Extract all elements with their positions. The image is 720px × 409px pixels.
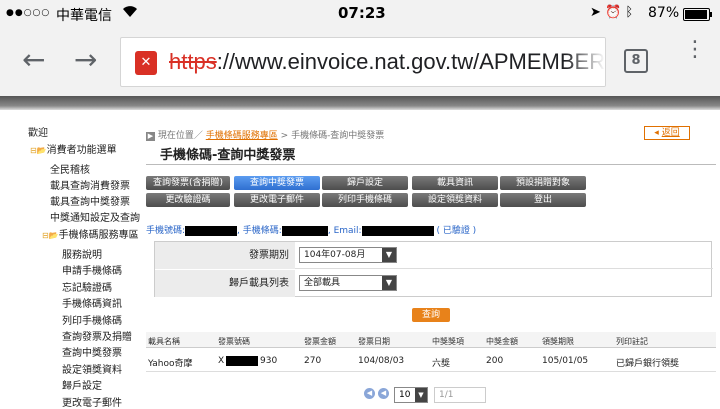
table-cell: 930 (260, 356, 278, 366)
address-bar[interactable]: ✕ https://www.einvoice.nat.gov.tw/APMEMB… (120, 37, 606, 87)
carrier-name: 中華電信 (56, 8, 112, 24)
sidebar-subitem[interactable]: 列印手機條碼 (62, 312, 122, 327)
function-button[interactable]: 設定領獎資料 (412, 193, 498, 207)
clock-time: 07:23 (338, 4, 386, 22)
function-button[interactable]: 登出 (500, 193, 586, 207)
sidebar-subitem[interactable]: 忘記驗證碼 (62, 279, 112, 294)
sidebar-item[interactable]: 載具查詢中獎發票 (50, 193, 130, 208)
sidebar-subitem[interactable]: 查詢中獎發票 (62, 344, 122, 359)
site-header-strip (0, 96, 720, 110)
alarm-icon: ⏰ (605, 5, 622, 20)
redacted-invoice-number (226, 356, 258, 366)
table-cell: 270 (304, 356, 322, 366)
sidebar-barcode-root[interactable]: ⊟📂手機條碼服務專區 (42, 226, 139, 241)
first-page-icon[interactable]: ◀ (378, 388, 389, 399)
redacted-email (361, 225, 434, 236)
dropdown-arrow-icon: ▼ (382, 276, 396, 290)
battery-tip (710, 12, 712, 17)
function-button[interactable]: 更改電子郵件 (234, 193, 320, 207)
folder-open-icon: ⊟📂 (30, 146, 47, 155)
breadcrumb-prefix: 現在位置／ (157, 131, 203, 141)
table-cell: 105/01/05 (542, 356, 589, 366)
carrier-select[interactable]: 全部載具 ▼ (299, 275, 397, 291)
location-arrow-icon: ➤ (590, 5, 601, 20)
column-header: 發票號碼 (218, 337, 250, 346)
redacted-barcode (281, 225, 328, 236)
column-header: 中獎獎項 (432, 337, 464, 346)
status-bar: ●●○○○ 中華電信 07:23 ➤ ⏰ ᛒ 87% (0, 0, 720, 28)
title-divider (146, 164, 716, 165)
battery-icon (683, 8, 710, 21)
sidebar-subitem[interactable]: 服務說明 (62, 246, 102, 261)
table-cell: X (218, 356, 225, 366)
sidebar-subitem[interactable]: 申請手機條碼 (62, 262, 122, 277)
breadcrumb: ▶ 現在位置／ 手機條碼服務專區 > 手機條碼-查詢中獎發票 (146, 128, 384, 141)
column-header: 中獎金額 (486, 337, 518, 346)
sidebar-subitem[interactable]: 更改電子郵件 (62, 394, 122, 409)
function-button[interactable]: 查詢發票(含捐贈) (146, 176, 230, 190)
function-button[interactable]: 歸戶設定 (322, 176, 408, 190)
sidebar-item[interactable]: 載具查詢消費發票 (50, 177, 130, 192)
sidebar-item[interactable]: 中獎通知設定及查詢 (50, 209, 140, 224)
breadcrumb-separator: > (280, 131, 292, 141)
sidebar-subitem[interactable]: 歸戶設定 (62, 377, 102, 392)
insecure-lock-icon[interactable]: ✕ (135, 51, 157, 75)
page-size-select[interactable]: 10 ▼ (394, 387, 428, 403)
folder-open-icon: ⊟📂 (42, 231, 59, 240)
verified-status: ( 已驗證 ) (436, 226, 477, 236)
table-cell: 已歸戶銀行領獎 (616, 359, 680, 369)
back-chevron-icon: ◂ (654, 128, 662, 138)
column-header: 發票金額 (304, 337, 336, 346)
sidebar-subitem[interactable]: 設定領獎資料 (62, 361, 122, 376)
table-cell: Yahoo奇摩 (148, 359, 193, 369)
period-select[interactable]: 104年07-08月 ▼ (299, 247, 397, 263)
table-cell: 200 (486, 356, 504, 366)
sidebar-menu-root[interactable]: ⊟📂消費者功能選單 (30, 141, 117, 156)
table-row: Yahoo奇摩 X 930 270 104/08/03 六獎 200 105/01/05 已歸戶… (146, 350, 716, 372)
sidebar-subitem[interactable]: 查詢發票及捐贈 (62, 328, 132, 343)
carrier-label: 歸戶載具列表 (155, 270, 295, 297)
column-header: 列印註記 (616, 337, 648, 346)
column-header: 領獎期限 (542, 337, 574, 346)
forward-arrow-icon[interactable]: → (74, 46, 97, 74)
page-title: 手機條碼-查詢中獎發票 (160, 148, 296, 163)
bluetooth-icon: ᛒ (625, 5, 634, 20)
table-cell: 104/08/03 (358, 356, 405, 366)
account-info-line: 手機號碼:, 手機條碼:, Email: ( 已驗證 ) (146, 225, 477, 236)
function-button[interactable]: 查詢中獎發票 (234, 176, 320, 190)
tab-switcher-button[interactable]: 8 (624, 49, 648, 73)
status-icons: ➤ ⏰ ᛒ (590, 5, 633, 20)
battery-percent: 87% (648, 5, 680, 21)
function-button[interactable]: 更改驗證碼 (146, 193, 230, 207)
breadcrumb-current: 手機條碼-查詢中獎發票 (291, 131, 385, 141)
redacted-phone (185, 225, 238, 236)
function-button[interactable]: 載具資訊 (412, 176, 498, 190)
wifi-icon (122, 4, 138, 22)
browser-toolbar: ← → ✕ https://www.einvoice.nat.gov.tw/AP… (0, 28, 720, 96)
url-text[interactable]: https://www.einvoice.nat.gov.tw/APMEMBER… (169, 49, 605, 75)
sidebar-item[interactable]: 全民稽核 (50, 161, 90, 176)
function-button[interactable]: 預設捐贈對象 (500, 176, 586, 190)
query-form: 發票期別 104年07-08月 ▼ 歸戶載具列表 全部載具 ▼ (154, 241, 713, 297)
breadcrumb-arrow-icon: ▶ (146, 132, 155, 141)
dropdown-arrow-icon: ▼ (382, 248, 396, 262)
overflow-menu-icon[interactable]: ⋮ (684, 39, 706, 61)
sidebar-welcome: 歡迎 (28, 128, 48, 139)
dropdown-arrow-icon: ▼ (415, 388, 427, 402)
period-label: 發票期別 (155, 242, 295, 269)
signal-strength-icon: ●●○○○ (6, 8, 51, 18)
column-header: 發票日期 (358, 337, 390, 346)
prev-page-icon[interactable]: ◀ (364, 388, 375, 399)
back-arrow-icon[interactable]: ← (22, 46, 45, 74)
table-cell: 六獎 (432, 359, 451, 369)
sidebar-subitem[interactable]: 手機條碼資訊 (62, 295, 122, 310)
function-button[interactable]: 列印手機條碼 (322, 193, 408, 207)
column-header: 載具名稱 (148, 337, 180, 346)
query-button[interactable]: 查詢 (412, 308, 450, 322)
page-input[interactable]: 1/1 (434, 387, 486, 403)
table-header: 載具名稱 發票號碼 發票金額 發票日期 中獎獎項 中獎金額 領獎期限 列印註記 (146, 332, 716, 348)
breadcrumb-link[interactable]: 手機條碼服務專區 (206, 131, 278, 141)
back-button[interactable]: ◂ 返回 (644, 126, 690, 140)
